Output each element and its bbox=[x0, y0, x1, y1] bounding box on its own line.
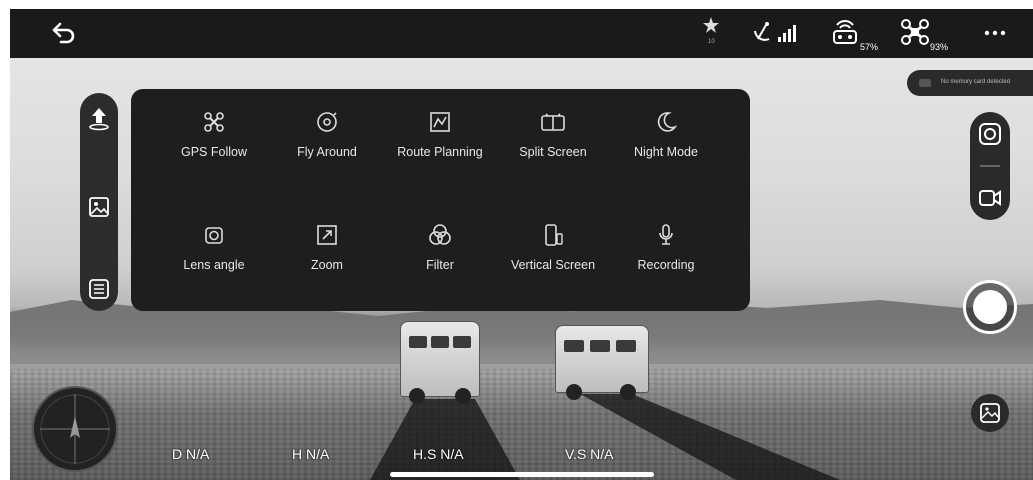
album-button[interactable] bbox=[971, 394, 1009, 432]
remote-battery-percent: 57% bbox=[860, 42, 879, 52]
van-right bbox=[555, 325, 649, 400]
album-icon bbox=[980, 403, 1000, 423]
top-bar: 10 57% 93% bbox=[10, 9, 1033, 58]
menu-item-split-screen[interactable]: Split Screen bbox=[497, 109, 609, 189]
memory-card-icon bbox=[919, 79, 931, 87]
menu-item-fly-around[interactable]: Fly Around bbox=[271, 109, 383, 189]
fly-around-icon bbox=[317, 112, 337, 132]
ground bbox=[10, 369, 1033, 480]
horizontal-speed-readout: H.S N/A bbox=[413, 446, 464, 462]
takeoff-button[interactable] bbox=[87, 105, 111, 131]
compass-icon bbox=[40, 394, 110, 464]
menu-toggle-button[interactable] bbox=[87, 277, 111, 301]
left-toolbar bbox=[80, 93, 118, 311]
satellite-count: 10 bbox=[708, 39, 715, 45]
recording-icon bbox=[659, 224, 673, 245]
shutter-inner bbox=[973, 290, 1007, 324]
back-arrow-icon bbox=[52, 22, 75, 44]
van-left bbox=[400, 321, 480, 404]
satellite-icon bbox=[703, 17, 719, 33]
drone-battery-status: 93% bbox=[900, 17, 948, 52]
menu-item-label: GPS Follow bbox=[181, 145, 247, 159]
photo-gallery-toggle[interactable] bbox=[87, 195, 111, 219]
route-planning-icon bbox=[430, 112, 450, 132]
vertical-speed-readout: V.S N/A bbox=[565, 446, 614, 462]
night-mode-icon bbox=[657, 112, 678, 132]
mode-divider bbox=[980, 165, 1000, 167]
filter-icon bbox=[429, 224, 451, 245]
signal-status bbox=[752, 19, 800, 50]
function-menu: GPS Follow Fly Around Route Planning Spl… bbox=[131, 89, 750, 311]
vertical-screen-icon bbox=[545, 224, 563, 246]
menu-item-filter[interactable]: Filter bbox=[384, 222, 496, 302]
video-camera-icon bbox=[979, 190, 1001, 206]
height-readout: H N/A bbox=[292, 446, 330, 462]
menu-item-label: Zoom bbox=[311, 258, 343, 272]
memory-card-notice: No memory card detected bbox=[907, 70, 1033, 96]
menu-item-night-mode[interactable]: Night Mode bbox=[610, 109, 722, 189]
camera-mode-switch bbox=[970, 112, 1010, 220]
compass-map[interactable] bbox=[32, 386, 118, 472]
menu-item-vertical-screen[interactable]: Vertical Screen bbox=[497, 222, 609, 302]
menu-item-gps-follow[interactable]: GPS Follow bbox=[158, 109, 270, 189]
more-button[interactable] bbox=[983, 23, 1007, 48]
menu-item-label: Recording bbox=[637, 258, 695, 272]
menu-item-label: Fly Around bbox=[297, 145, 357, 159]
menu-item-label: Night Mode bbox=[634, 145, 698, 159]
takeoff-icon bbox=[89, 108, 109, 131]
lens-angle-icon bbox=[205, 227, 223, 244]
zoom-icon bbox=[317, 225, 337, 245]
menu-item-zoom[interactable]: Zoom bbox=[271, 222, 383, 302]
menu-item-label: Vertical Screen bbox=[510, 258, 596, 272]
drone-battery-percent: 93% bbox=[930, 42, 949, 52]
back-button[interactable] bbox=[50, 21, 80, 47]
drone-icon bbox=[901, 19, 929, 45]
more-dots-icon bbox=[984, 30, 1006, 36]
menu-item-label: Filter bbox=[426, 258, 454, 272]
menu-item-label: Split Screen bbox=[519, 145, 587, 159]
camera-icon bbox=[979, 123, 1001, 145]
gps-follow-icon bbox=[204, 112, 224, 132]
menu-item-label: Route Planning bbox=[397, 145, 483, 159]
split-screen-icon bbox=[541, 113, 565, 131]
memory-card-text: No memory card detected bbox=[941, 79, 1011, 85]
app-screen: 10 57% 93% No memory card detected GPS F… bbox=[10, 9, 1033, 480]
video-mode-button[interactable] bbox=[978, 186, 1002, 210]
list-icon bbox=[89, 279, 109, 299]
signal-icon bbox=[754, 22, 796, 42]
distance-readout: D N/A bbox=[172, 446, 210, 462]
menu-item-label: Lens angle bbox=[183, 258, 245, 272]
image-icon bbox=[89, 197, 109, 217]
home-indicator bbox=[390, 472, 654, 477]
menu-item-lens-angle[interactable]: Lens angle bbox=[158, 222, 270, 302]
shutter-button[interactable] bbox=[963, 280, 1017, 334]
menu-item-route-planning[interactable]: Route Planning bbox=[384, 109, 496, 189]
photo-mode-button[interactable] bbox=[978, 122, 1002, 146]
menu-item-recording[interactable]: Recording bbox=[610, 222, 722, 302]
satellite-status: 10 bbox=[700, 15, 722, 45]
remote-battery-status: 57% bbox=[830, 17, 878, 52]
remote-controller-icon bbox=[833, 20, 857, 44]
